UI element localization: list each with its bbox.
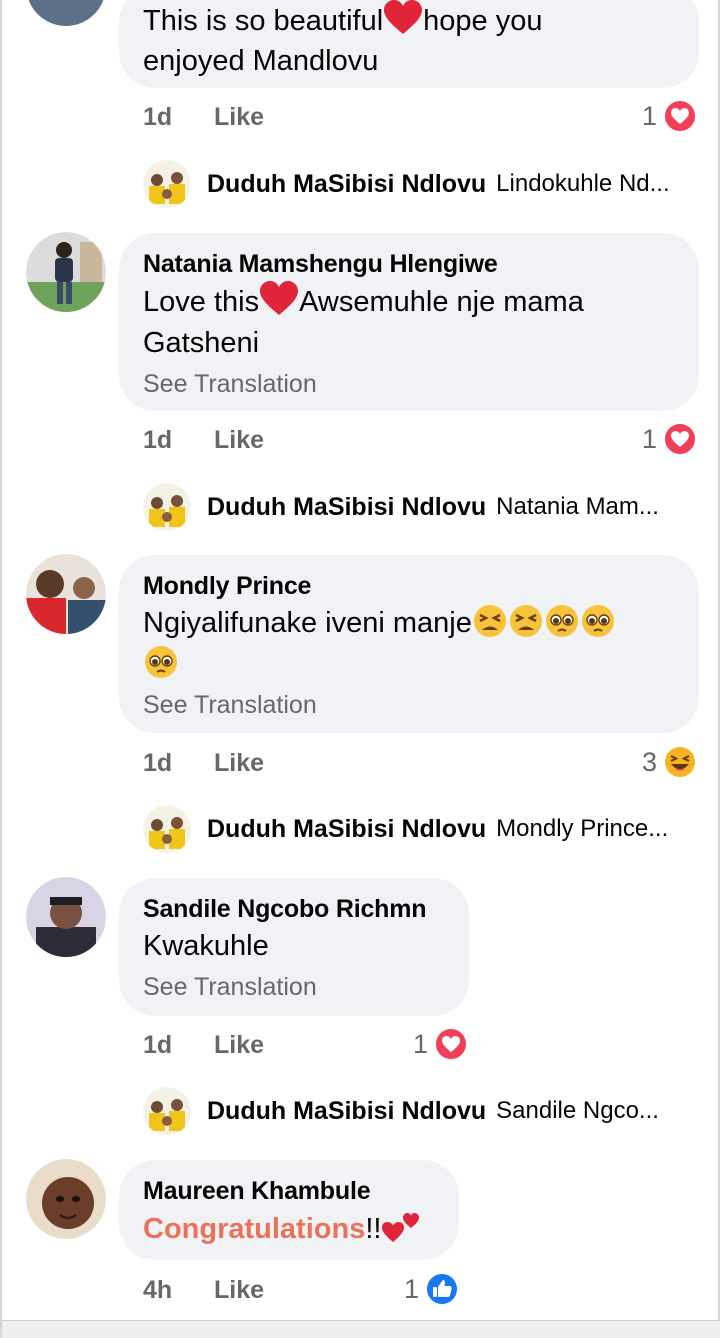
comment-bubble[interactable]: This is so beautiful hope you enjoyed Man… [119,0,699,88]
avatar [143,160,191,208]
avatar[interactable] [26,0,106,26]
like-button[interactable]: Like [214,103,264,132]
comment-text: Congratulations!! [143,1208,435,1250]
tired-face-emoji-icon [472,603,508,639]
reaction-summary[interactable]: 3 [642,745,698,779]
reaction-count: 1 [642,423,658,454]
reaction-summary[interactable]: 1 [413,1027,469,1061]
comment-bubble[interactable]: Sandile Ngcobo Richmn Kwakuhle See Trans… [119,878,469,1016]
heart-emoji-icon [383,0,423,36]
reaction-count: 1 [404,1273,420,1304]
reaction-summary[interactable]: 1 [642,99,698,133]
like-icon [425,1272,460,1306]
reaction-count: 1 [642,100,658,131]
comment-time: 1d [143,749,173,777]
comments-panel: This is so beautiful hope you enjoyed Man… [0,0,720,1338]
heart-icon [663,99,698,133]
reaction-count: 3 [642,746,658,777]
reply-preview[interactable]: Duduh MaSibisi Ndlovu Natania Mam... [143,483,659,531]
comment-text: Ngiyalifunake iveni manje [143,603,675,685]
comment-bubble[interactable]: Mondly Prince Ngiyalifunake iveni manje … [119,555,699,733]
avatar [143,483,191,531]
pleading-face-emoji-icon [544,603,580,639]
reply-author: Duduh MaSibisi Ndlovu [207,169,487,198]
comment-author[interactable]: Sandile Ngcobo Richmn [143,892,445,926]
heart-icon [434,1027,469,1061]
comment-time: 1d [143,103,173,131]
reply-text: Mondly Prince... [496,815,669,842]
see-translation-link[interactable]: See Translation [143,687,675,723]
reply-author: Duduh MaSibisi Ndlovu [207,814,487,843]
reply-author: Duduh MaSibisi Ndlovu [207,1096,487,1125]
comment-author[interactable]: Natania Mamshengu Hlengiwe [143,247,675,281]
heart-icon [663,422,698,456]
comment-author[interactable]: Mondly Prince [143,569,675,603]
comment-time: 1d [143,426,173,454]
reply-text: Lindokuhle Nd... [496,170,670,197]
reply-author: Duduh MaSibisi Ndlovu [207,492,487,521]
like-button[interactable]: Like [214,1276,264,1305]
like-button[interactable]: Like [214,749,264,778]
reaction-count: 1 [413,1028,429,1059]
see-translation-link[interactable]: See Translation [143,366,675,402]
avatar[interactable] [26,554,106,634]
reply-preview[interactable]: Duduh MaSibisi Ndlovu Sandile Ngco... [143,1087,659,1135]
reply-text: Natania Mam... [496,493,659,520]
comment-text: This is so beautiful hope you enjoyed Man… [143,0,675,81]
comment-bubble[interactable]: Natania Mamshengu Hlengiwe Love this Awse… [119,233,699,411]
reaction-summary[interactable]: 1 [642,422,698,456]
bottom-edge [2,1320,720,1338]
avatar[interactable] [26,877,106,957]
heart-emoji-icon [259,281,299,317]
tired-face-emoji-icon [508,603,544,639]
reply-preview[interactable]: Duduh MaSibisi Ndlovu Lindokuhle Nd... [143,160,670,208]
avatar[interactable] [26,1159,106,1239]
see-translation-link[interactable]: See Translation [143,969,445,1005]
comment-time: 4h [143,1276,173,1304]
reply-text: Sandile Ngco... [496,1097,659,1124]
comment-author[interactable]: Maureen Khambule [143,1174,435,1208]
avatar [143,1087,191,1135]
pleading-face-emoji-icon [143,644,179,680]
two-hearts-emoji-icon [381,1208,421,1244]
reaction-summary[interactable]: 1 [404,1272,460,1306]
like-button[interactable]: Like [214,426,264,455]
comment-bubble[interactable]: Maureen Khambule Congratulations!! [119,1160,459,1260]
comment-time: 1d [143,1031,173,1059]
avatar[interactable] [26,232,106,312]
pleading-face-emoji-icon [580,603,616,639]
comment-text: Kwakuhle [143,930,269,962]
avatar [143,805,191,853]
like-button[interactable]: Like [214,1031,264,1060]
reply-preview[interactable]: Duduh MaSibisi Ndlovu Mondly Prince... [143,805,668,853]
haha-icon [663,745,698,779]
comment-text: Love this Awsemuhle nje mama Gatsheni [143,281,675,364]
